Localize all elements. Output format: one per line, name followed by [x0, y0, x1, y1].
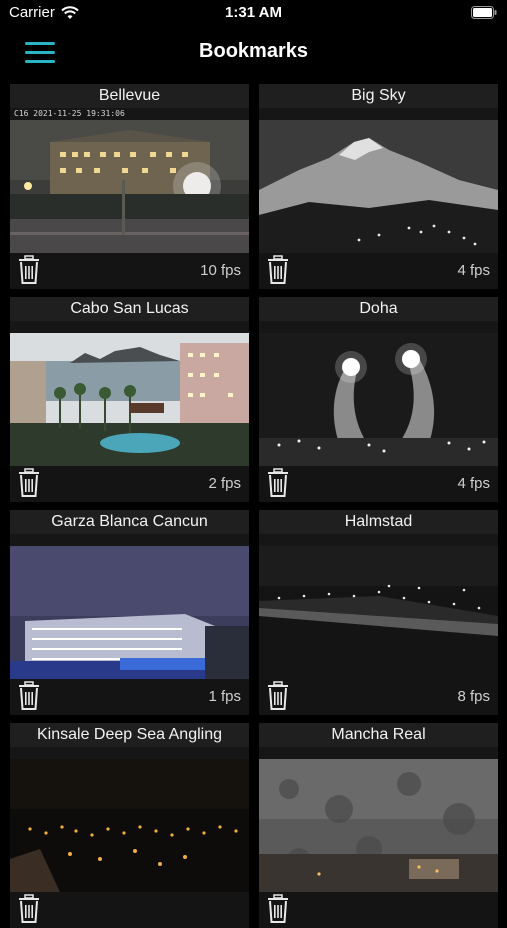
- webcam-thumbnail[interactable]: [10, 333, 249, 466]
- camera-timestamp: C16 2021-11-25 19:31:06: [14, 109, 125, 118]
- bookmark-card[interactable]: Garza Blanca Cancun 1 fps: [10, 510, 249, 715]
- webcam-thumbnail[interactable]: [10, 759, 249, 892]
- card-footer: [10, 892, 249, 928]
- battery-icon: [471, 6, 497, 19]
- bookmark-title: Mancha Real: [259, 723, 498, 747]
- bookmark-title: Bellevue: [10, 84, 249, 108]
- bookmark-title: Doha: [259, 297, 498, 321]
- trash-icon[interactable]: [16, 894, 42, 924]
- fps-label: 4 fps: [457, 262, 490, 279]
- page-title: Bookmarks: [199, 40, 308, 62]
- status-time: 1:31 AM: [225, 4, 282, 21]
- trash-icon[interactable]: [16, 255, 42, 285]
- trash-icon[interactable]: [16, 468, 42, 498]
- bookmark-card[interactable]: Mancha Real: [259, 723, 498, 928]
- card-footer: 4 fps: [259, 253, 498, 289]
- bookmark-card[interactable]: Halmstad 8 fps: [259, 510, 498, 715]
- fps-label: 4 fps: [457, 475, 490, 492]
- status-bar: Carrier 1:31 AM: [0, 0, 507, 28]
- webcam-thumbnail[interactable]: [259, 546, 498, 679]
- trash-icon[interactable]: [265, 894, 291, 924]
- webcam-thumbnail[interactable]: [10, 120, 249, 253]
- trash-icon[interactable]: [265, 255, 291, 285]
- fps-label: 10 fps: [200, 262, 241, 279]
- card-footer: [259, 892, 498, 928]
- bookmark-card[interactable]: Bellevue C16 2021-11-25 19:31:06 10 fps: [10, 84, 249, 289]
- fps-label: 8 fps: [457, 688, 490, 705]
- card-footer: 2 fps: [10, 466, 249, 502]
- card-footer: 1 fps: [10, 679, 249, 715]
- webcam-thumbnail[interactable]: [259, 120, 498, 253]
- webcam-thumbnail[interactable]: [259, 333, 498, 466]
- card-footer: 4 fps: [259, 466, 498, 502]
- fps-label: 2 fps: [208, 475, 241, 492]
- bookmark-card[interactable]: Kinsale Deep Sea Angling: [10, 723, 249, 928]
- bookmark-title: Garza Blanca Cancun: [10, 510, 249, 534]
- bookmark-title: Cabo San Lucas: [10, 297, 249, 321]
- fps-label: 1 fps: [208, 688, 241, 705]
- trash-icon[interactable]: [265, 681, 291, 711]
- bookmark-card[interactable]: Big Sky 4 fps: [259, 84, 498, 289]
- bookmark-card[interactable]: Doha 4 fps: [259, 297, 498, 502]
- bookmark-title: Halmstad: [259, 510, 498, 534]
- trash-icon[interactable]: [16, 681, 42, 711]
- navigation-bar: Bookmarks: [0, 28, 507, 78]
- bookmark-title: Big Sky: [259, 84, 498, 108]
- card-footer: 10 fps: [10, 253, 249, 289]
- bookmark-title: Kinsale Deep Sea Angling: [10, 723, 249, 747]
- trash-icon[interactable]: [265, 468, 291, 498]
- webcam-thumbnail[interactable]: [10, 546, 249, 679]
- bookmark-card[interactable]: Cabo San Lucas 2 fps: [10, 297, 249, 502]
- webcam-thumbnail[interactable]: [259, 759, 498, 892]
- card-footer: 8 fps: [259, 679, 498, 715]
